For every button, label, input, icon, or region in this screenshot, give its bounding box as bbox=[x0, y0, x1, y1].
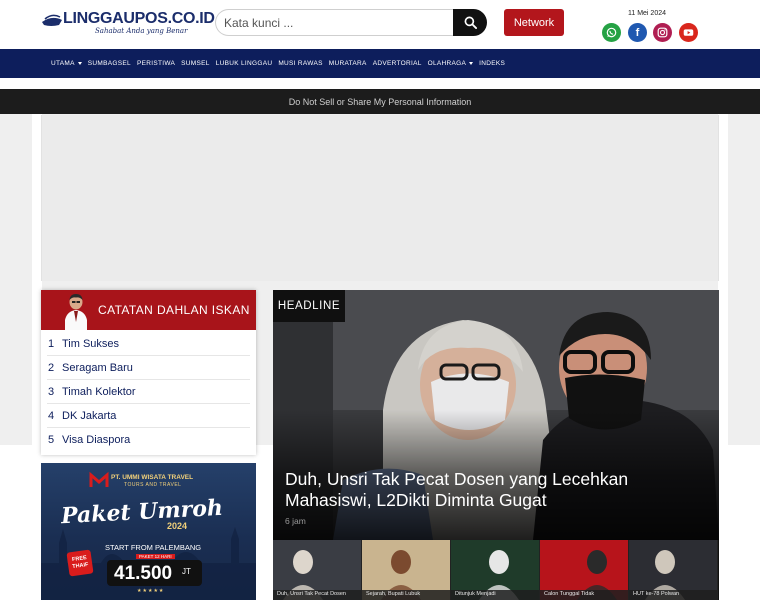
dahlan-title: CATATAN DAHLAN ISKAN bbox=[98, 303, 250, 317]
search-input[interactable] bbox=[215, 9, 453, 36]
search-icon bbox=[464, 16, 477, 29]
nav-item-label: PERISTIWA bbox=[136, 60, 176, 67]
dahlan-list: 1 Tim Sukses 2 Seragam Baru 3 Timah Kolektor 4… bbox=[41, 332, 256, 452]
dahlan-item-number: 5 bbox=[48, 434, 55, 446]
dahlan-item-number: 1 bbox=[48, 337, 55, 350]
headline-tag: HEADLINE bbox=[273, 290, 345, 322]
thumbnail-caption: Duh, Unsri Tak Pecat Dosen bbox=[277, 591, 346, 597]
whatsapp-link[interactable] bbox=[602, 23, 621, 42]
nav-item-lubuk-linggau[interactable]: LUBUK LINGGAU bbox=[216, 60, 273, 67]
logo-text: LINGGAUPOS.CO.ID bbox=[63, 10, 215, 27]
site-header: LINGGAUPOS.CO.ID Sahabat Anda yang Benar… bbox=[0, 0, 760, 48]
nav-item-label: LUBUK LINGGAU bbox=[215, 60, 273, 67]
nav-item-indeks[interactable]: INDEKS bbox=[479, 60, 505, 67]
promo-badge: FREE THAIF bbox=[66, 549, 94, 577]
headline-thumbnail[interactable]: Ditunjuk Menjadi bbox=[451, 540, 540, 600]
promo-brand-sub: TOURS AND TRAVEL bbox=[124, 482, 182, 488]
dahlan-list-item[interactable]: 2 Seragam Baru bbox=[47, 356, 250, 380]
site-logo[interactable]: LINGGAUPOS.CO.ID Sahabat Anda yang Benar bbox=[41, 9, 215, 39]
dahlan-item-number: 3 bbox=[48, 385, 55, 398]
nav-item-label: MURATARA bbox=[328, 60, 367, 67]
ad-banner-slot[interactable] bbox=[41, 115, 719, 281]
nav-item-label: OLAHRAGA bbox=[427, 60, 467, 67]
caret-down-icon bbox=[77, 62, 82, 65]
promo-start-text: START FROM PALEMBANG bbox=[105, 543, 202, 552]
nav-item-sumsel[interactable]: SUMSEL bbox=[181, 60, 210, 67]
headline-card[interactable]: HEADLINE Duh, Unsri Tak Pecat Dosen yang… bbox=[273, 290, 719, 540]
travel-logo-icon bbox=[89, 471, 109, 487]
dahlan-list-item[interactable]: 3 Timah Kolektor bbox=[47, 380, 250, 404]
nav-item-label: SUMBAGSEL bbox=[87, 60, 131, 67]
search-form bbox=[215, 9, 487, 36]
promo-stars: ★★★★★ bbox=[137, 588, 165, 594]
logo-tagline: Sahabat Anda yang Benar bbox=[95, 27, 188, 35]
headline-thumbnails: Duh, Unsri Tak Pecat Dosen Sejarah, Bupat… bbox=[273, 540, 719, 600]
headline-time: 6 jam bbox=[285, 516, 306, 526]
main-navigation: UTAMA SUMBAGSEL PERISTIWA SUMSEL LUBUK LINGG… bbox=[0, 49, 760, 78]
dahlan-item-label: Timah Kolektor bbox=[62, 385, 136, 398]
promo-brand: PT. UMMI WISATA TRAVEL bbox=[111, 474, 194, 481]
thumbnail-caption: Ditunjuk Menjadi bbox=[455, 591, 496, 597]
promo-price-unit: JT bbox=[182, 567, 191, 576]
promo-year: 2024 bbox=[167, 521, 188, 531]
dahlan-list-item[interactable]: 4 DK Jakarta bbox=[47, 404, 250, 428]
nav-item-label: MUSI RAWAS bbox=[278, 60, 323, 67]
thumbnail-caption: Sejarah, Bupati Lubuk bbox=[366, 591, 421, 597]
nav-item-sumbagsel[interactable]: SUMBAGSEL bbox=[88, 60, 131, 67]
instagram-link[interactable] bbox=[653, 23, 672, 42]
nav-item-advertorial[interactable]: ADVERTORIAL bbox=[373, 60, 422, 67]
dahlan-list-item[interactable]: 5 Visa Diaspora bbox=[47, 428, 250, 452]
dahlan-item-number: 4 bbox=[48, 409, 55, 422]
headline-thumbnail[interactable]: Duh, Unsri Tak Pecat Dosen bbox=[273, 540, 362, 600]
facebook-icon: f bbox=[635, 26, 640, 39]
search-button[interactable] bbox=[453, 9, 487, 36]
thumbnail-caption: Calon Tunggal Tidak bbox=[544, 591, 595, 597]
headline-thumbnail[interactable]: HUT ke-78 Polwan bbox=[629, 540, 718, 600]
nav-item-musi-rawas[interactable]: MUSI RAWAS bbox=[278, 60, 322, 67]
nav-item-olahraga[interactable]: OLAHRAGA bbox=[428, 60, 474, 67]
thumbnail-caption: HUT ke-78 Polwan bbox=[633, 591, 680, 597]
umroh-promo-banner[interactable]: PT. UMMI WISATA TRAVEL TOURS AND TRAVEL … bbox=[41, 463, 256, 600]
nav-item-utama[interactable]: UTAMA bbox=[51, 60, 82, 67]
dahlan-list-item[interactable]: 1 Tim Sukses bbox=[47, 332, 250, 356]
youtube-icon bbox=[683, 29, 694, 36]
privacy-link[interactable]: Do Not Sell or Share My Personal Informa… bbox=[0, 89, 760, 114]
instagram-icon bbox=[657, 27, 668, 38]
nav-item-label: INDEKS bbox=[479, 60, 506, 67]
nav-item-label: ADVERTORIAL bbox=[372, 60, 422, 67]
network-button[interactable]: Network bbox=[504, 9, 564, 36]
dahlan-item-label: Seragam Baru bbox=[62, 361, 133, 374]
logo-ship-icon bbox=[42, 14, 62, 26]
nav-item-label: SUMSEL bbox=[181, 60, 210, 67]
dahlan-header[interactable]: CATATAN DAHLAN ISKAN bbox=[41, 290, 256, 330]
dahlan-item-number: 2 bbox=[48, 361, 55, 374]
ad-side-panel-right bbox=[718, 114, 728, 445]
headline-thumbnail[interactable]: Sejarah, Bupati Lubuk bbox=[362, 540, 451, 600]
youtube-link[interactable] bbox=[679, 23, 698, 42]
headline-thumbnail[interactable]: Calon Tunggal Tidak bbox=[540, 540, 629, 600]
dahlan-item-label: DK Jakarta bbox=[62, 409, 117, 422]
promo-tag: PAKET 12 HARI bbox=[136, 554, 175, 559]
nav-item-label: UTAMA bbox=[51, 60, 75, 67]
whatsapp-icon bbox=[606, 27, 617, 38]
author-avatar-icon bbox=[65, 294, 87, 330]
current-date: 11 Mei 2024 bbox=[628, 10, 667, 17]
headline-title[interactable]: Duh, Unsri Tak Pecat Dosen yang Lecehkan… bbox=[285, 469, 705, 511]
dahlan-item-label: Tim Sukses bbox=[62, 337, 120, 350]
promo-price: 41.500 bbox=[114, 563, 173, 584]
nav-item-muratara[interactable]: MURATARA bbox=[329, 60, 367, 67]
caret-down-icon bbox=[469, 62, 474, 65]
nav-item-peristiwa[interactable]: PERISTIWA bbox=[137, 60, 175, 67]
facebook-link[interactable]: f bbox=[628, 23, 647, 42]
dahlan-item-label: Visa Diaspora bbox=[62, 434, 131, 446]
dahlan-widget: CATATAN DAHLAN ISKAN 1 Tim Sukses 2 Seragam… bbox=[41, 290, 256, 455]
nav-items: UTAMA SUMBAGSEL PERISTIWA SUMSEL LUBUK LINGG… bbox=[51, 49, 505, 78]
